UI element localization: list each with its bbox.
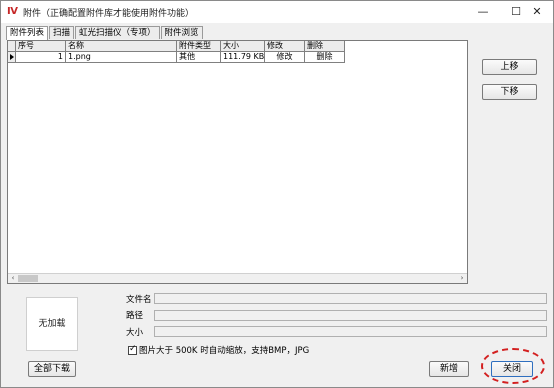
table-row[interactable]: 1 1.png 其他 111.79 KB 修改 删除: [8, 52, 345, 63]
title-bar: Ⅳ 附件（正确配置附件库才能使用附件功能） — ☐ ✕: [1, 1, 553, 23]
tab-attachment-browse[interactable]: 附件浏览: [160, 26, 203, 39]
window-title: 附件（正确配置附件库才能使用附件功能）: [23, 9, 195, 19]
size-label: 大小: [126, 328, 144, 338]
image-preview: 无加载: [26, 297, 78, 351]
horizontal-scrollbar[interactable]: ‹ ›: [8, 273, 467, 283]
column-header-size[interactable]: 大小: [221, 41, 265, 52]
cell-type: 其他: [177, 52, 221, 63]
auto-scale-label: 图片大于 500K 时自动缩放，支持BMP，JPG: [139, 346, 310, 356]
tab-bar: 附件列表 扫描 虹光扫描仪（专项） 附件浏览: [6, 26, 204, 40]
column-header-name[interactable]: 名称: [66, 41, 177, 52]
attachment-grid[interactable]: 序号 名称 附件类型 大小 修改 删除 1 1.png 其他 111.79 KB…: [7, 40, 468, 284]
scroll-left-icon[interactable]: ‹: [9, 274, 17, 283]
edit-link[interactable]: 修改: [265, 52, 305, 63]
minimize-button[interactable]: —: [467, 1, 499, 23]
new-button[interactable]: 新增: [429, 361, 469, 377]
path-label: 路径: [126, 311, 144, 321]
path-field[interactable]: [154, 310, 547, 321]
auto-scale-checkbox[interactable]: [128, 344, 137, 355]
header-corner: [8, 41, 16, 52]
app-logo-icon: Ⅳ: [7, 6, 18, 17]
cell-name: 1.png: [66, 52, 177, 63]
move-down-button[interactable]: 下移: [482, 84, 537, 100]
filename-label: 文件名: [126, 295, 152, 305]
current-row-indicator-icon: [8, 52, 16, 63]
cell-index: 1: [16, 52, 66, 63]
column-header-delete[interactable]: 删除: [305, 41, 345, 52]
tab-scan[interactable]: 扫描: [49, 26, 75, 39]
tab-attachment-list[interactable]: 附件列表: [6, 26, 49, 40]
size-field[interactable]: [154, 326, 547, 337]
filename-field[interactable]: [154, 293, 547, 304]
delete-link[interactable]: 删除: [305, 52, 345, 63]
scrollbar-thumb[interactable]: [18, 275, 38, 282]
close-window-button[interactable]: ✕: [521, 1, 553, 23]
grid-header: 序号 名称 附件类型 大小 修改 删除: [8, 41, 345, 52]
scroll-right-icon[interactable]: ›: [458, 274, 466, 283]
cell-size: 111.79 KB: [221, 52, 265, 63]
attachment-dialog: Ⅳ 附件（正确配置附件库才能使用附件功能） — ☐ ✕ 附件列表 扫描 虹光扫描…: [0, 0, 554, 388]
column-header-index[interactable]: 序号: [16, 41, 66, 52]
column-header-type[interactable]: 附件类型: [177, 41, 221, 52]
column-header-edit[interactable]: 修改: [265, 41, 305, 52]
tab-hongguang-scanner[interactable]: 虹光扫描仪（专项）: [75, 26, 160, 39]
download-all-button[interactable]: 全部下载: [28, 361, 76, 377]
auto-scale-option[interactable]: 图片大于 500K 时自动缩放，支持BMP，JPG: [128, 344, 309, 356]
move-up-button[interactable]: 上移: [482, 59, 537, 75]
close-button[interactable]: 关闭: [491, 361, 533, 377]
